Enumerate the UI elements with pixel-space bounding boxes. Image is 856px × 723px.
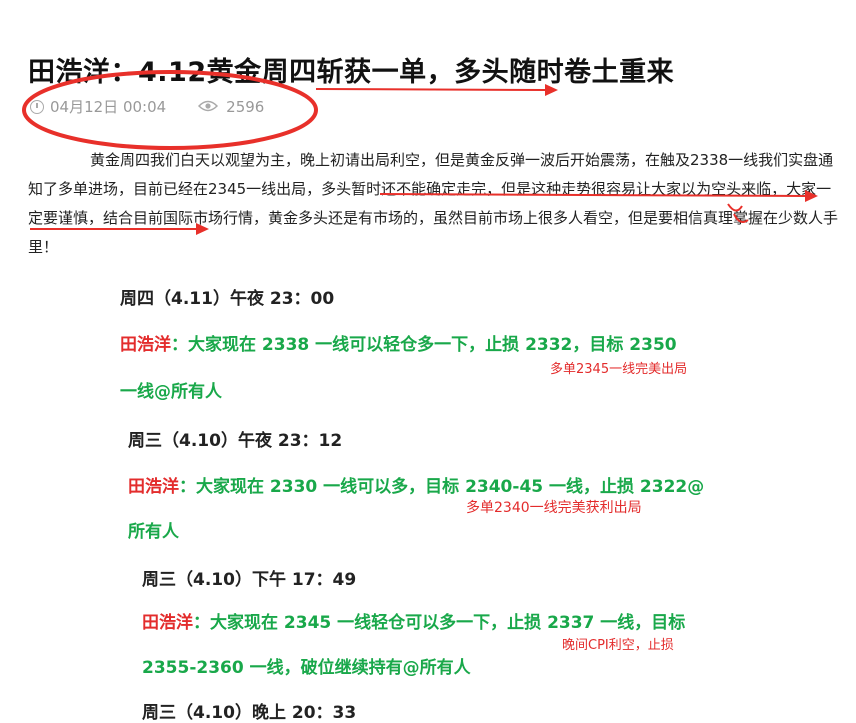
record-text: ：大家现在 2330 一线可以多，目标 2340-45 一线，止损 2322@ [179, 477, 705, 497]
article-paragraph: 黄金周四我们白天以观望为主，晚上初请出局利空，但是黄金反弹一波后开始震荡，在触及… [28, 151, 839, 256]
record-note: 多单2340一线完美获利出局 [466, 500, 642, 516]
record-author: 田浩洋 [120, 335, 171, 355]
publish-date: 04月12日 00:04 [50, 98, 167, 116]
record-line: 田浩洋：大家现在 2330 一线可以多，目标 2340-45 一线，止损 232… [128, 472, 704, 497]
article-title: 田浩洋：4.12黄金周四斩获一单，多头随时卷土重来 [28, 57, 675, 88]
record-heading: 周三（4.10）午夜 23：12 [128, 431, 343, 451]
record-heading: 周三（4.10）晚上 20：33 [142, 703, 357, 723]
record-author: 田浩洋 [128, 477, 179, 497]
record-line: 田浩洋：大家现在 2338 一线可以轻仓多一下，止损 2332，目标 2350 [120, 330, 677, 355]
record-line-2: 2355-2360 一线，破位继续持有@所有人 [142, 658, 471, 678]
record-note: 晚间CPI利空，止损 [562, 638, 674, 653]
eye-icon [198, 98, 219, 116]
article-meta: 04月12日 00:04 2596 [30, 96, 264, 117]
record-line-2: 一线@所有人 [120, 382, 222, 402]
record-text: ：大家现在 2338 一线可以轻仓多一下，止损 2332，目标 2350 [171, 335, 677, 355]
record-line-2: 所有人 [128, 522, 179, 542]
record-heading: 周三（4.10）下午 17：49 [142, 570, 357, 590]
record-heading: 周四（4.11）午夜 23：00 [120, 289, 335, 309]
view-count: 2596 [226, 97, 265, 116]
record-note: 多单2345一线完美出局 [550, 362, 688, 377]
clock-icon [30, 99, 44, 114]
record-text: ：大家现在 2345 一线轻仓可以多一下，止损 2337 一线，目标 [193, 613, 686, 633]
record-author: 田浩洋 [142, 613, 193, 633]
record-line: 田浩洋：大家现在 2345 一线轻仓可以多一下，止损 2337 一线，目标 [142, 608, 685, 633]
